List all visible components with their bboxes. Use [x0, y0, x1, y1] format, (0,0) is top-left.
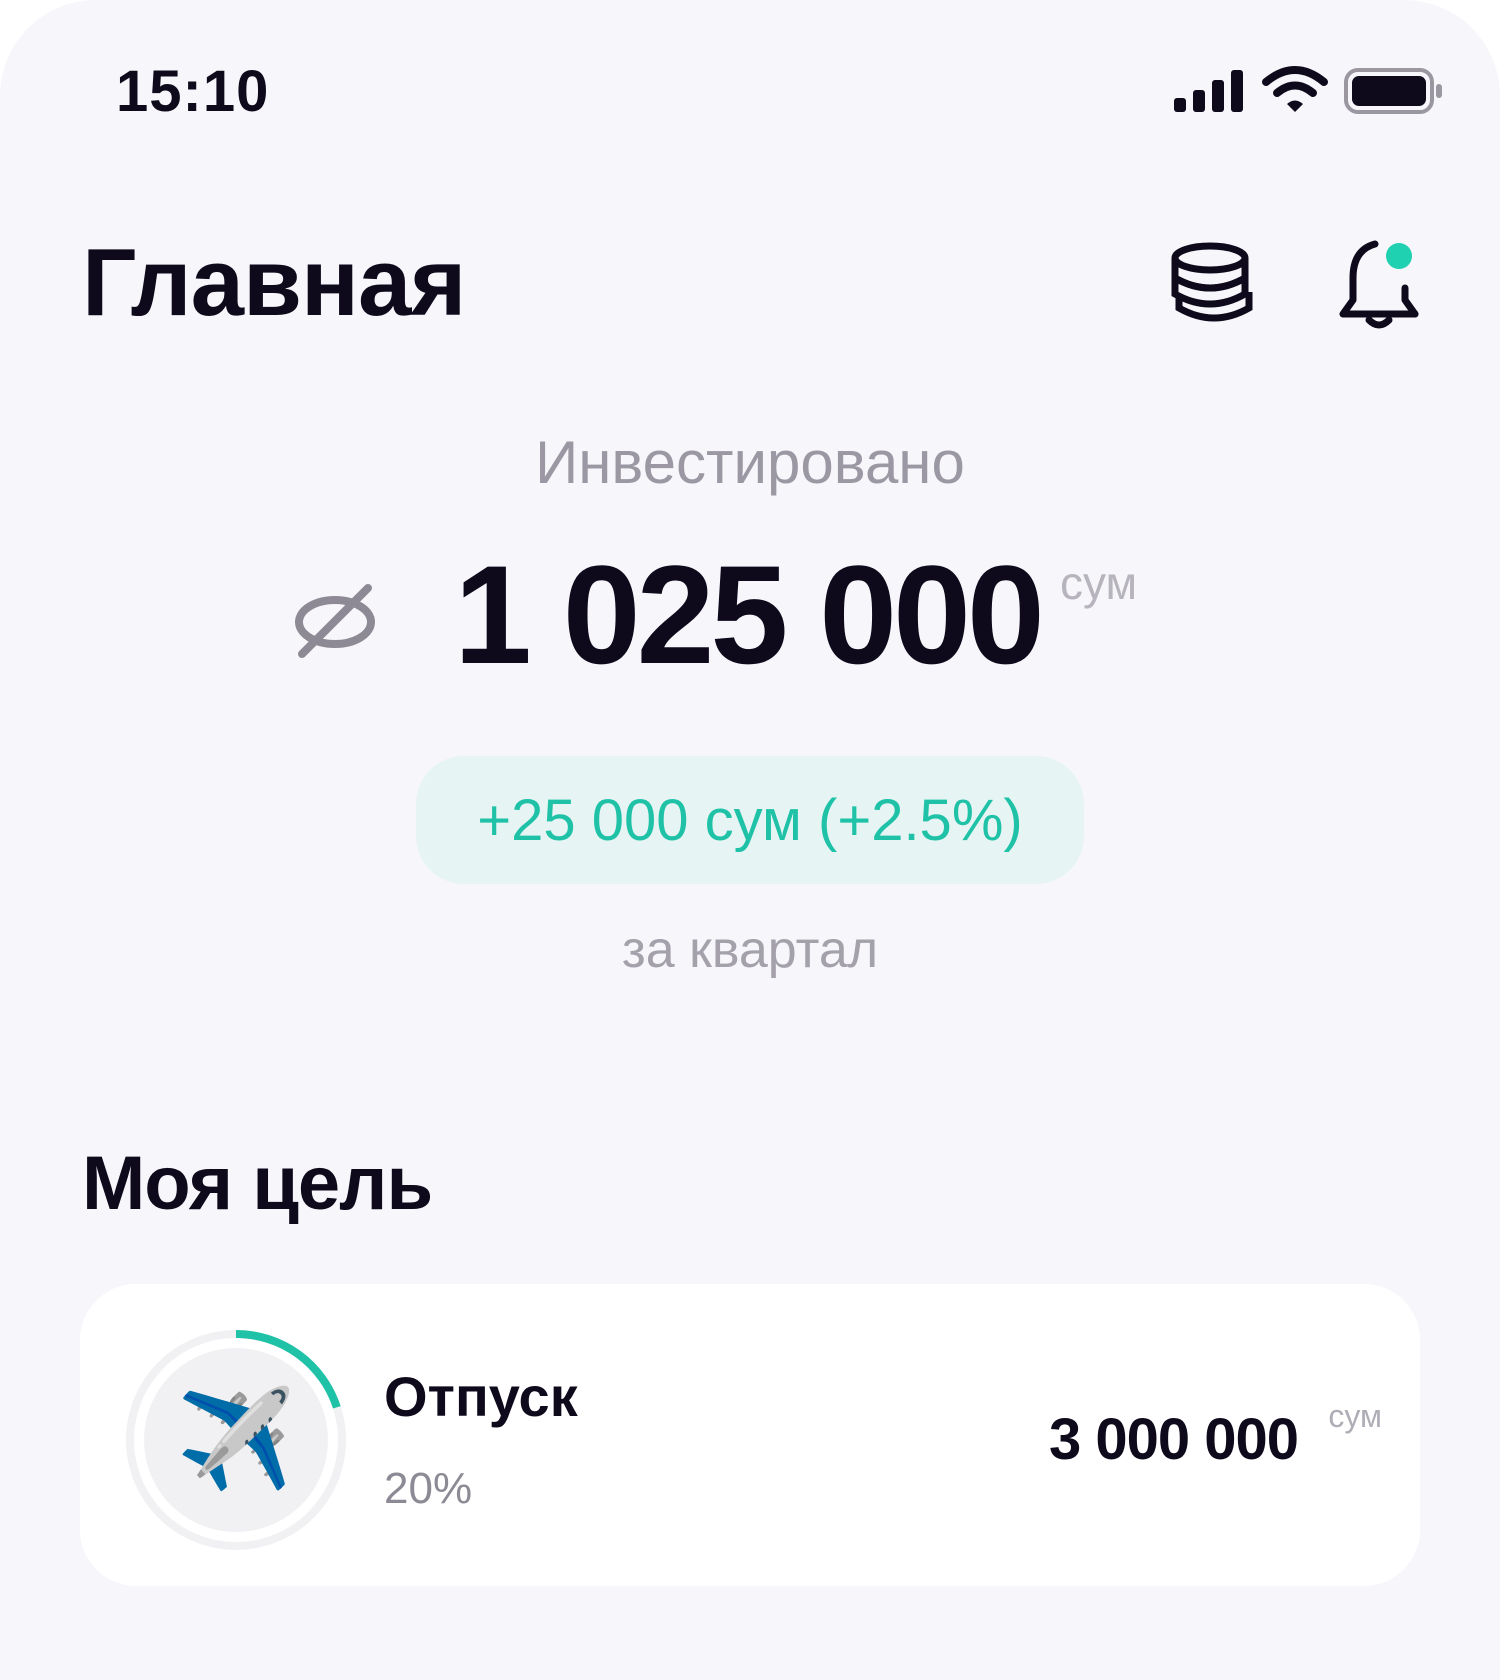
balance-row: 1 025 000 сум — [0, 536, 1500, 693]
coins-button[interactable] — [1164, 236, 1260, 332]
balance-change-badge: +25 000 сум (+2.5%) — [416, 756, 1084, 884]
status-icons — [1164, 66, 1444, 116]
period-label: за квартал — [621, 921, 879, 979]
balance-amount: 1 025 000 — [454, 536, 1045, 693]
balance-change-text: +25 000 сум (+2.5%) — [477, 787, 1023, 853]
invested-label: Инвестировано — [535, 429, 965, 496]
goal-percent: 20% — [384, 1464, 473, 1513]
notification-dot — [1386, 243, 1412, 269]
coins-icon — [1171, 242, 1253, 322]
goal-name: Отпуск — [384, 1365, 578, 1428]
notifications-button[interactable] — [1330, 236, 1426, 332]
balance-currency: сум — [1060, 557, 1138, 609]
status-time: 15:10 — [116, 59, 270, 124]
battery-icon — [1344, 68, 1442, 114]
page-title: Главная — [82, 229, 466, 336]
airplane-icon: ✈️ — [176, 1386, 296, 1493]
eye-off-icon — [295, 584, 375, 658]
wifi-icon — [1262, 66, 1328, 112]
goal-section-title: Моя цель — [82, 1141, 433, 1226]
goal-target-amount: 3 000 000 — [1048, 1407, 1299, 1472]
hide-balance-button[interactable] — [290, 582, 380, 662]
goal-currency: сум — [1328, 1398, 1382, 1434]
bell-icon — [1339, 240, 1419, 329]
signal-icon — [1174, 70, 1243, 112]
home-screen: 15:10 Главная Инвестировано 1 025 000 су… — [0, 0, 1500, 1680]
goal-card[interactable]: ✈️ Отпуск 20% 3 000 000 сум — [80, 1284, 1420, 1586]
